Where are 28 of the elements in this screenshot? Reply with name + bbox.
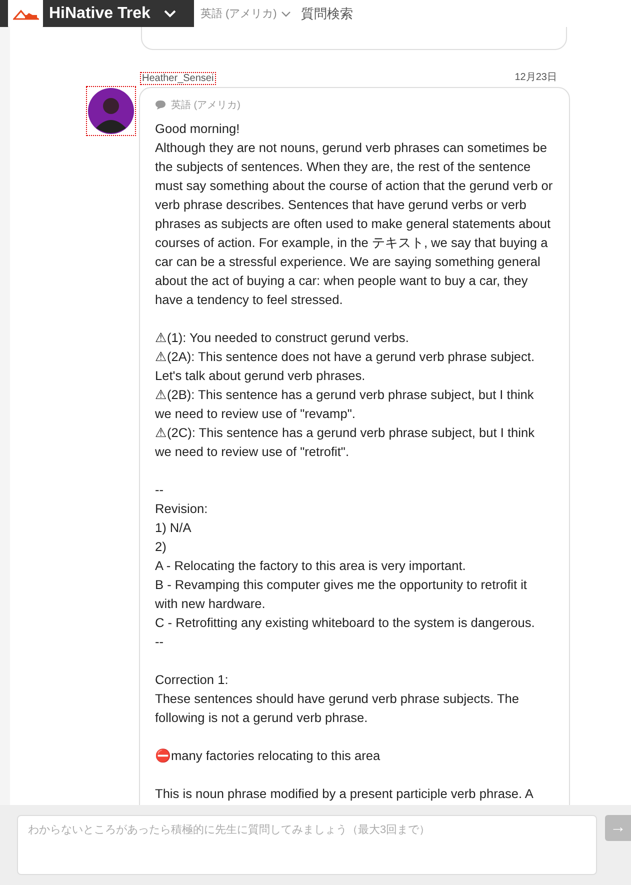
message-text: Revision: xyxy=(155,500,209,518)
message-text: 2) xyxy=(155,538,168,556)
message-text: -- xyxy=(155,481,165,499)
message-text: ⚠(2A): This sentence does not have a gerund verb phrase subject. Let's talk about gerund verb phrases. xyxy=(155,348,536,385)
search-field[interactable]: 質問検索 xyxy=(300,4,353,22)
message-date: 12月23日 xyxy=(514,71,557,84)
message-text: This is noun phrase modified by a present participle verb phrase. A xyxy=(155,785,534,803)
message-text: A - Relocating the factory to this area is very important. xyxy=(155,557,467,575)
language-selector[interactable]: 英語 (アメリカ) xyxy=(200,6,277,21)
app-title: HiNative Trek xyxy=(49,4,150,22)
speech-bubble-icon xyxy=(155,100,166,110)
message-text: ⚠(2C): This sentence has a gerund verb phrase subject, but I think we need to review use of "retrofit". xyxy=(155,424,536,461)
message-text: Correction 1: xyxy=(155,671,230,689)
message-text: ⛔many factories relocating to this area xyxy=(155,747,382,765)
message-text: ⚠(2B): This sentence has a gerund verb phrase subject, but I think we need to review use of "revamp". xyxy=(155,386,535,423)
message-text: Good morning! xyxy=(155,120,241,138)
message-text: 1) N/A xyxy=(155,519,192,537)
logo-icon[interactable] xyxy=(8,0,43,29)
message-text: Although they are not nouns, gerund verb phrases can sometimes be the subjects of sentences. When they are, the rest of the sentence must say something about the course of action that the gerund verb or verb phrase describes. Sentences that have gerund verbs or verb phrases as subjects are often used to make general statements about courses of action. For example, in the テキスト, we say that buying a car can be a stressful experience. We are saying something general about the act of buying a car: when people want to buy a car, they have a tendency to feel stressed. xyxy=(155,139,553,309)
language-label: 英語 (アメリカ) xyxy=(171,98,240,112)
message-text: ⚠(1): You needed to construct gerund verbs. xyxy=(155,329,410,347)
message-text: -- xyxy=(155,633,165,651)
avatar[interactable] xyxy=(88,88,134,134)
message-text: C - Retrofitting any existing whiteboard to the system is dangerous. xyxy=(155,614,536,632)
message-text: B - Revamping this computer gives me the opportunity to retrofit it with new hardware. xyxy=(155,576,528,613)
author-name[interactable]: Heather_Sensei xyxy=(141,73,215,84)
message-text: These sentences should have gerund verb phrase subjects. The following is not a gerund verb phrase. xyxy=(155,690,520,727)
question-field[interactable]: わからないところがあったら積極的に先生に質問してみましょう（最大3回まで） xyxy=(17,815,597,875)
